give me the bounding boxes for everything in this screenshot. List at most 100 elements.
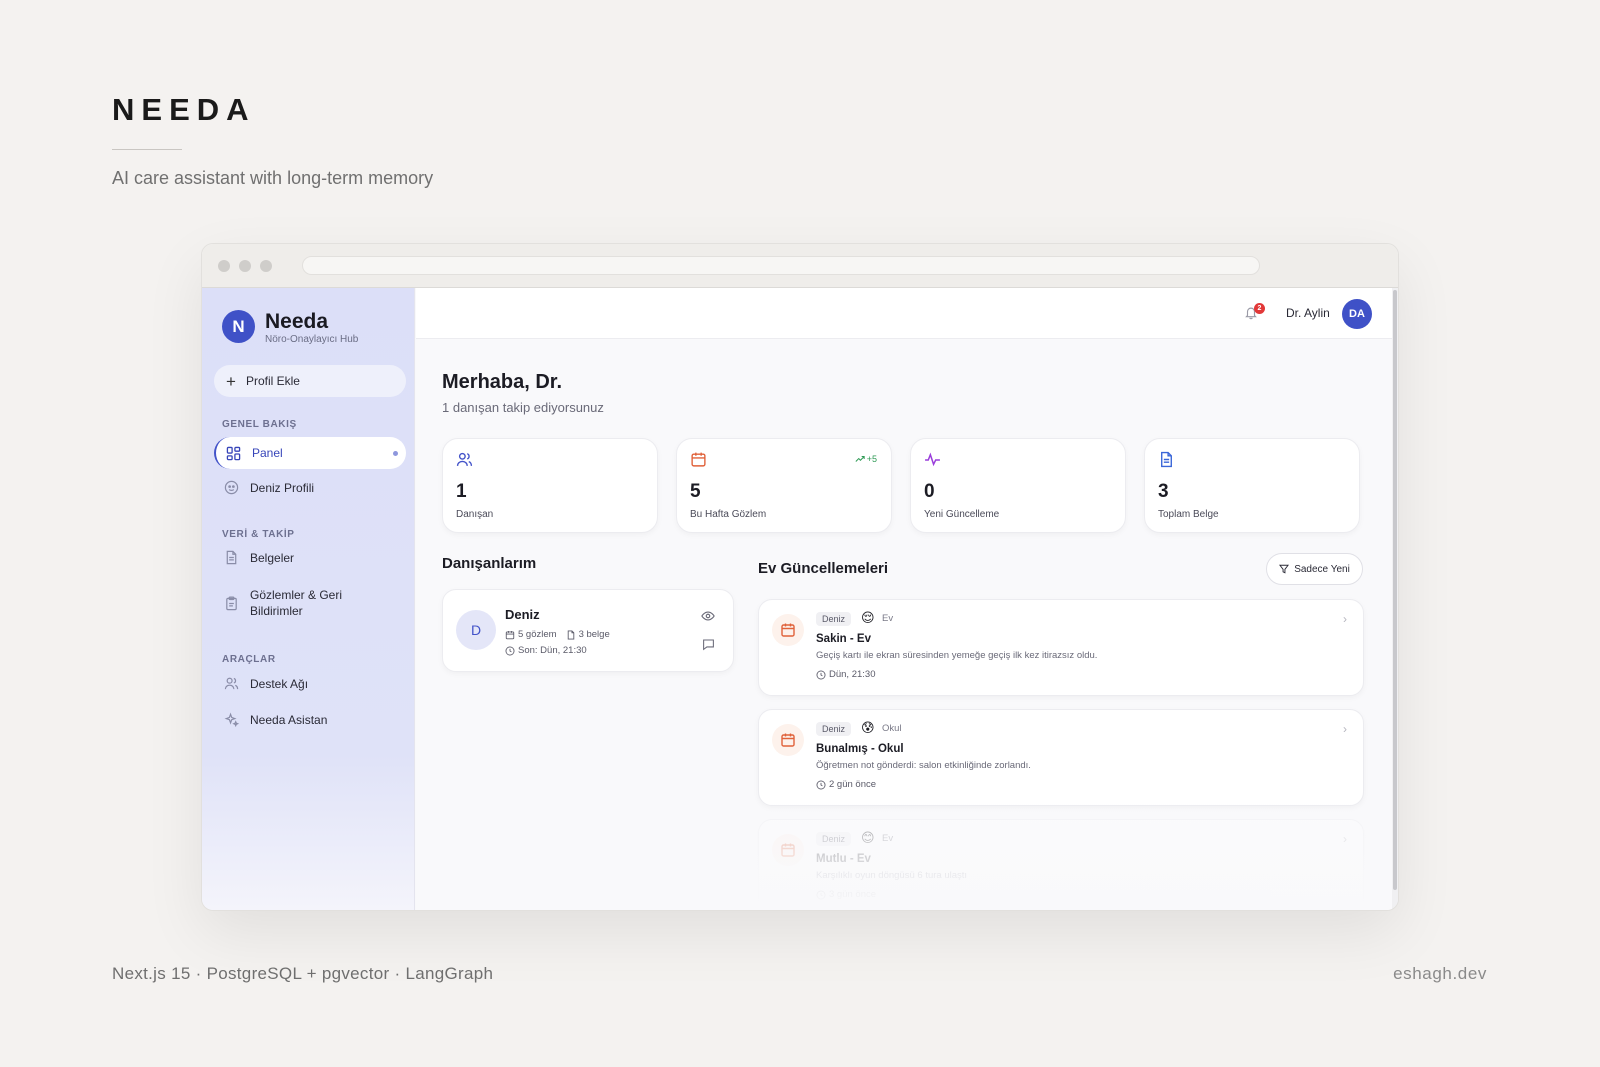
scrollbar-thumb[interactable] [1393, 290, 1397, 890]
update-time: 2 gün önce [816, 779, 876, 790]
update-icon [772, 834, 804, 866]
sidebar-item-label: Panel [252, 446, 283, 460]
site-link[interactable]: eshagh.dev [1393, 964, 1487, 984]
sidebar-item-label: Deniz Profili [250, 480, 315, 495]
clock-icon [816, 780, 826, 789]
client-card[interactable]: D Deniz 5 gözlem 3 belge Son: Dün, 21:30 [442, 589, 734, 672]
add-profile-button[interactable]: + Profil Ekle [214, 365, 406, 397]
sidebar-item-observations[interactable]: Gözlemler & Geri Bildirimler [214, 587, 364, 619]
main-content: 2 Dr. Aylin DA Merhaba, Dr. 1 danışan ta… [416, 288, 1392, 910]
client-avatar: D [456, 610, 496, 650]
sidebar-item-profile[interactable]: Deniz Profili [214, 480, 406, 495]
calendar-icon [781, 623, 795, 637]
plus-icon: + [226, 371, 236, 391]
eye-icon[interactable] [701, 610, 715, 622]
browser-chrome [202, 244, 1398, 288]
mood-emoji: 😌 [861, 610, 875, 625]
sidebar-item-label: Gözlemler & Geri Bildirimler [250, 588, 343, 618]
stat-label: Toplam Belge [1158, 509, 1219, 520]
user-name[interactable]: Dr. Aylin [1286, 306, 1330, 320]
sidebar-item-documents[interactable]: Belgeler [214, 550, 406, 565]
sidebar-item-label: Needa Asistan [250, 712, 328, 727]
update-description: Öğretmen not gönderdi: salon etkinliğind… [816, 760, 1031, 771]
sidebar: N Needa Nöro-Onaylayıcı Hub + Profil Ekl… [202, 288, 415, 910]
app-name: Needa [265, 310, 329, 333]
section-label-tools: ARAÇLAR [222, 654, 276, 665]
client-counts: 5 gözlem 3 belge [505, 629, 610, 640]
brand-divider [112, 149, 182, 150]
brand-subtitle: AI care assistant with long-term memory [112, 168, 434, 188]
activity-icon [925, 452, 940, 467]
update-title: Mutlu - Ev [816, 853, 871, 865]
grid-icon [226, 446, 241, 460]
client-last-activity: Son: Dün, 21:30 [518, 645, 587, 656]
update-time-label: Dün, 21:30 [829, 669, 876, 680]
scrollbar[interactable] [1392, 288, 1398, 910]
update-title: Bunalmış - Okul [816, 743, 904, 755]
update-place: Okul [882, 723, 902, 734]
update-title: Sakin - Ev [816, 633, 871, 645]
tech-stack: Next.js 15 · PostgreSQL + pgvector · Lan… [112, 964, 494, 983]
clock-icon [816, 890, 826, 899]
document-icon [1161, 451, 1172, 468]
section-label-overview: GENEL BAKIŞ [222, 419, 297, 430]
stat-card-documents[interactable]: 3 Toplam Belge [1144, 438, 1360, 533]
sidebar-item-panel[interactable]: Panel [214, 437, 406, 469]
calendar-icon [781, 733, 795, 747]
filter-new-only-button[interactable]: Sadece Yeni [1266, 553, 1363, 585]
top-bar: 2 Dr. Aylin DA [416, 288, 1392, 339]
calendar-icon [505, 630, 515, 639]
page-title: Merhaba, Dr. [442, 371, 563, 393]
stat-label: Danışan [456, 509, 494, 520]
notification-badge: 2 [1254, 303, 1265, 314]
client-chip: Deniz [816, 832, 852, 846]
update-icon [772, 614, 804, 646]
client-last-seen: Son: Dün, 21:30 [505, 645, 587, 656]
stat-label: Yeni Güncelleme [924, 509, 1000, 520]
filter-label: Sadece Yeni [1294, 563, 1350, 575]
sidebar-item-assistant[interactable]: Needa Asistan [214, 712, 406, 727]
filter-icon [1279, 564, 1290, 574]
stat-card-clients[interactable]: 1 Danışan [442, 438, 658, 533]
mood-emoji: 😰 [861, 720, 875, 735]
page-subtitle: 1 danışan takip ediyorsunuz [442, 400, 604, 415]
message-icon[interactable] [702, 638, 715, 651]
stat-value: 3 [1158, 481, 1169, 502]
trending-up-icon [855, 456, 865, 462]
update-time-label: 3 gün önce [829, 889, 877, 900]
window-dot-maximize[interactable] [260, 260, 272, 272]
update-place: Ev [882, 833, 894, 844]
stat-value: 1 [456, 481, 467, 502]
update-card[interactable]: Deniz 😰 Okul Bunalmış - Okul Öğretmen no… [758, 709, 1364, 806]
document-icon [226, 550, 237, 565]
trend-indicator: +5 [855, 454, 877, 464]
users-icon [456, 452, 473, 466]
updates-heading: Ev Güncellemeleri [758, 560, 889, 577]
address-bar[interactable] [302, 256, 1260, 275]
stat-card-observations[interactable]: +5 5 Bu Hafta Gözlem [676, 438, 892, 533]
brand-title: NEEDA [112, 92, 256, 127]
stat-card-updates[interactable]: 0 Yeni Güncelleme [910, 438, 1126, 533]
sidebar-item-label: Destek Ağı [250, 676, 309, 691]
window-dot-minimize[interactable] [239, 260, 251, 272]
chevron-right-icon: › [1343, 832, 1347, 846]
client-chip: Deniz [816, 612, 852, 626]
clients-heading: Danışanlarım [442, 555, 537, 572]
calendar-icon [691, 452, 706, 467]
calendar-icon [781, 843, 795, 857]
add-profile-label: Profil Ekle [245, 374, 300, 388]
sidebar-item-label: Belgeler [250, 550, 295, 565]
update-time: Dün, 21:30 [816, 669, 875, 680]
clock-icon [816, 670, 826, 679]
sidebar-item-support[interactable]: Destek Ağı [214, 676, 406, 691]
clock-icon [505, 646, 515, 655]
avatar[interactable]: DA [1342, 299, 1372, 329]
active-indicator [393, 450, 398, 456]
update-description: Karşılıklı oyun döngüsü 6 tura ulaştı [816, 870, 968, 881]
client-observation-count: 5 gözlem [518, 629, 557, 640]
update-card[interactable]: Deniz 😊 Ev Mutlu - Ev Karşılıklı oyun dö… [758, 819, 1364, 910]
stat-label: Bu Hafta Gözlem [690, 509, 767, 520]
window-dot-close[interactable] [218, 260, 230, 272]
chevron-right-icon: › [1343, 612, 1347, 626]
update-card[interactable]: Deniz 😌 Ev Sakin - Ev Geçiş kartı ile ek… [758, 599, 1364, 696]
